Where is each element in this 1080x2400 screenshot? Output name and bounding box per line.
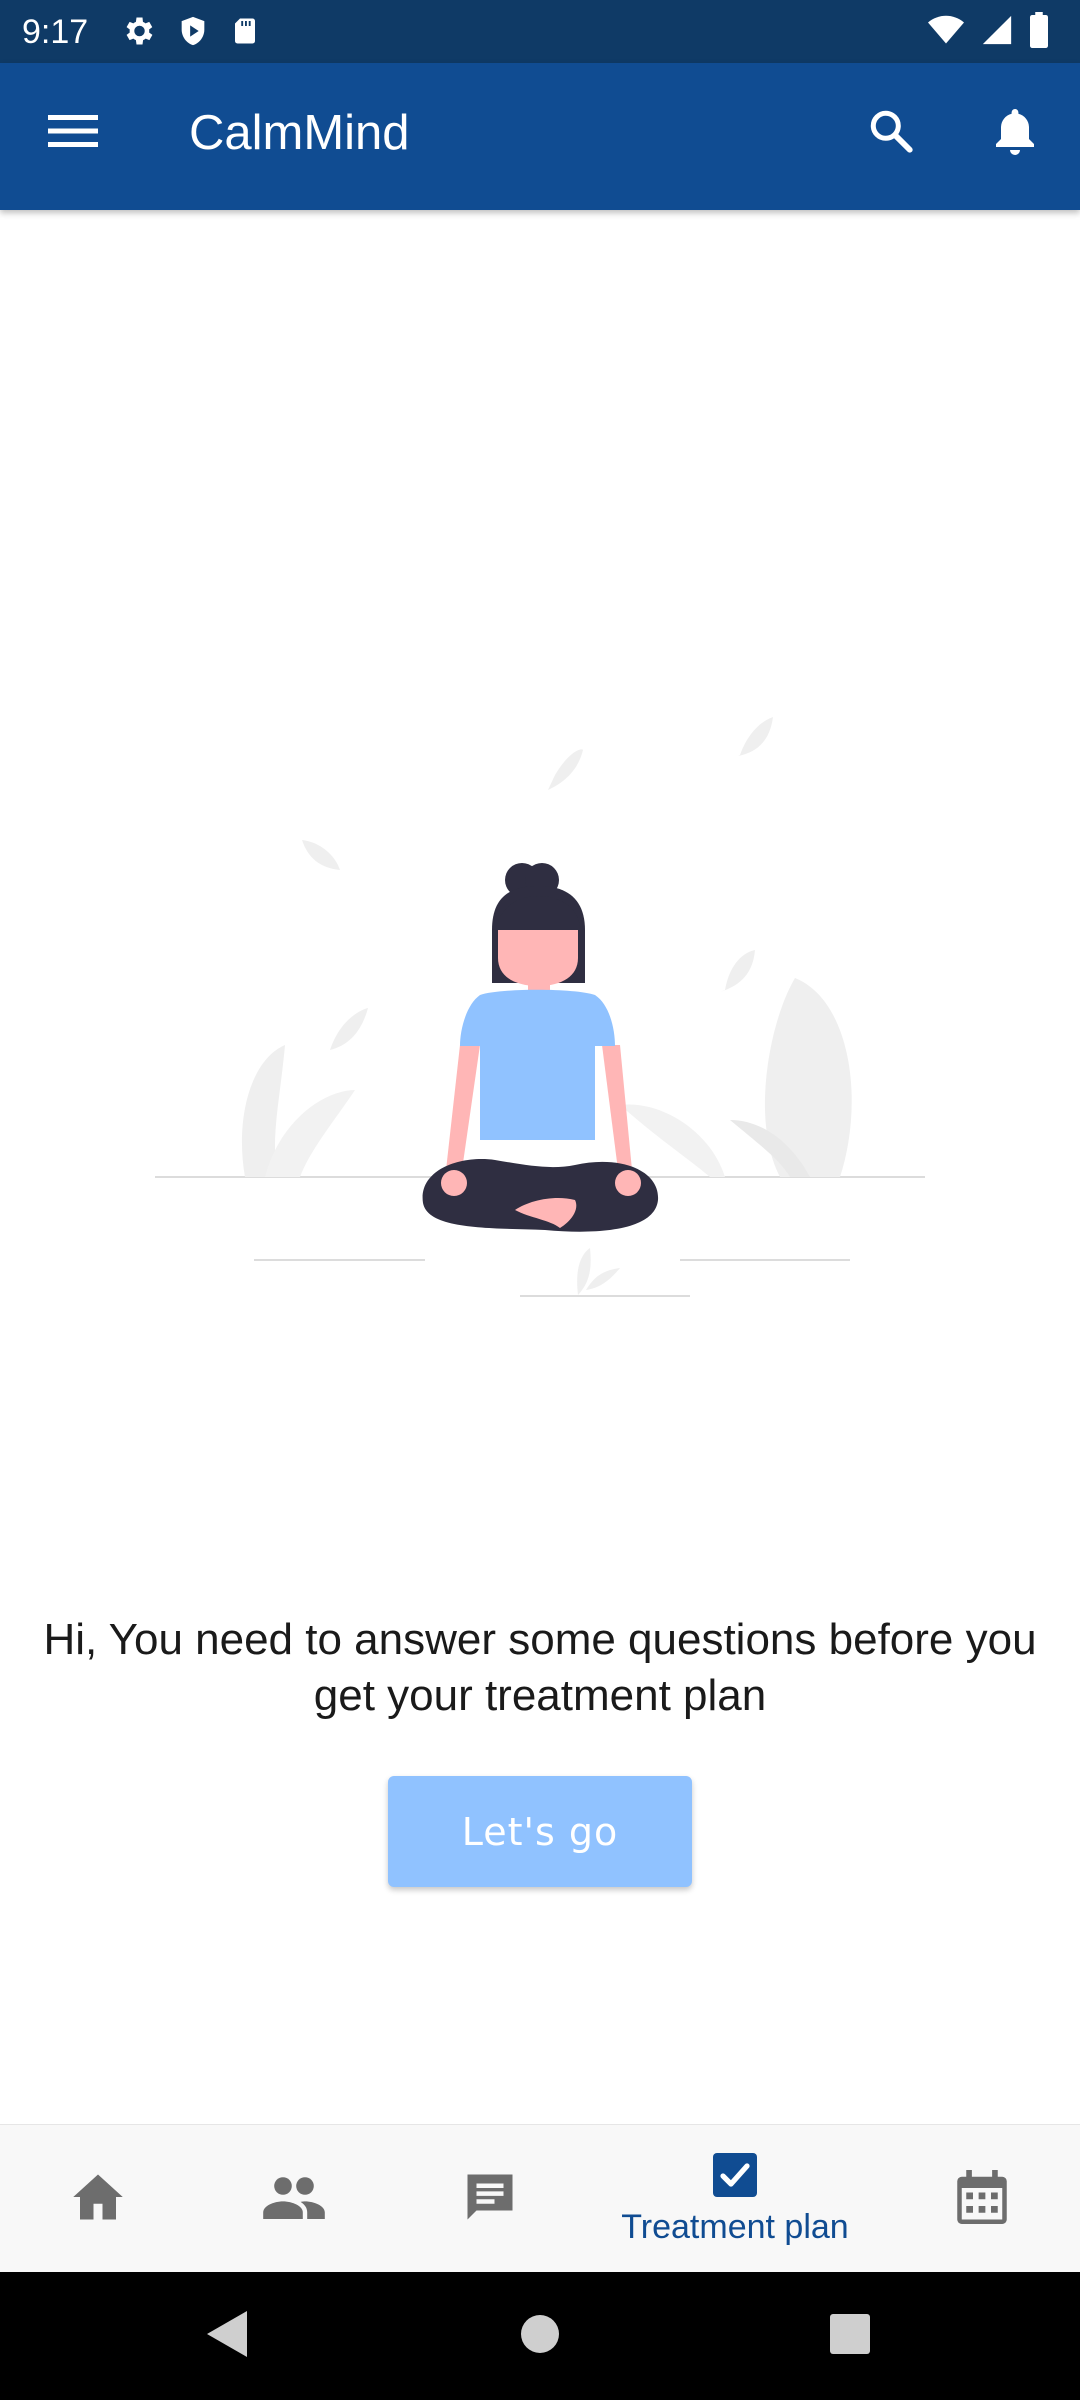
gear-icon [120,13,156,49]
shield-play-icon [176,13,210,49]
cellular-signal-icon [980,12,1014,48]
search-button[interactable] [856,103,926,163]
nav-item-chat[interactable] [440,2125,540,2273]
system-nav-bar [0,2272,1080,2400]
status-icons-left [120,13,260,49]
wifi-icon [926,12,966,48]
bottom-nav: Treatment plan [0,2124,1080,2272]
people-icon [263,2175,325,2224]
checkbox-icon [711,2151,759,2204]
system-back-button[interactable] [196,2306,256,2366]
nav-label-treatment-plan: Treatment plan [621,2208,849,2246]
status-time: 9:17 [22,13,89,51]
system-recents-button[interactable] [820,2306,880,2366]
system-home-button[interactable] [510,2306,570,2366]
battery-icon [1028,12,1050,48]
status-icons-right [926,12,1050,48]
sd-card-icon [230,14,260,48]
lets-go-button[interactable]: Let's go [388,1776,692,1887]
status-bar: 9:17 [0,0,1080,63]
chat-icon [463,2170,517,2229]
nav-item-community[interactable] [244,2125,344,2273]
menu-button[interactable] [36,103,110,163]
nav-item-home[interactable] [48,2125,148,2273]
home-icon [71,2172,125,2227]
recents-icon [829,2313,871,2360]
intro-message: Hi, You need to answer some questions be… [43,1615,1037,1720]
nav-item-treatment-plan[interactable]: Treatment plan [590,2125,880,2273]
bell-icon [991,104,1039,163]
notifications-button[interactable] [980,103,1050,163]
calendar-icon [957,2169,1007,2229]
search-icon [866,106,916,161]
hamburger-menu-icon [48,113,98,154]
back-icon [203,2309,249,2364]
home-circle-icon [519,2313,561,2360]
app-bar: CalmMind [0,63,1080,210]
app-title: CalmMind [189,106,410,160]
nav-item-calendar[interactable] [932,2125,1032,2273]
meditating-woman-illustration [150,700,930,1320]
